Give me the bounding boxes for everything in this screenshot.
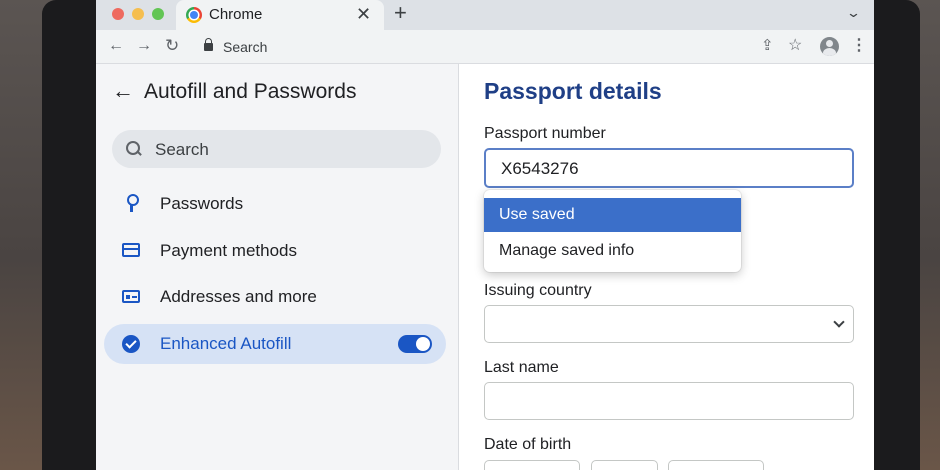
passport-number-field[interactable]: X6543276 <box>484 148 854 188</box>
chrome-logo-icon <box>186 7 202 23</box>
lock-icon <box>204 38 213 51</box>
sidebar-item-label: Passwords <box>160 194 244 213</box>
use-saved-option[interactable]: Use saved <box>484 198 741 232</box>
search-icon <box>126 141 142 157</box>
chevron-down-icon <box>833 316 845 328</box>
settings-sidebar: ← Autofill and Passwords Search Password… <box>96 64 459 470</box>
share-icon[interactable]: ⇪ <box>761 36 774 56</box>
address-bar[interactable]: Search <box>196 34 756 60</box>
last-name-label: Last name <box>484 359 559 376</box>
id-card-icon <box>122 290 140 303</box>
sidebar-title: Autofill and Passwords <box>144 80 357 103</box>
back-arrow-icon[interactable]: ← <box>112 79 134 103</box>
forward-icon[interactable]: → <box>136 36 152 56</box>
sidebar-item-label: Addresses and more <box>160 287 317 306</box>
last-name-field[interactable] <box>484 382 854 420</box>
dropdown-option-label: Use saved <box>499 206 575 223</box>
key-icon <box>126 194 139 214</box>
new-tab-button[interactable]: + <box>394 1 407 25</box>
menu-icon[interactable]: ⋮ <box>851 36 867 56</box>
address-bar-text: Search <box>223 39 268 55</box>
sidebar-item-enhanced-autofill[interactable]: Enhanced Autofill <box>104 324 446 364</box>
profile-avatar[interactable] <box>820 37 839 56</box>
dob-month-field[interactable] <box>591 460 658 470</box>
toggle-knob <box>416 337 430 351</box>
sidebar-item-addresses[interactable]: Addresses and more <box>104 277 446 317</box>
sidebar-item-passwords[interactable]: Passwords <box>104 184 446 224</box>
dob-day-field[interactable] <box>484 460 580 470</box>
sidebar-item-payment-methods[interactable]: Payment methods <box>104 231 446 271</box>
tab-close-icon[interactable]: ✕ <box>356 3 371 25</box>
browser-tab[interactable]: Chrome ✕ <box>176 0 384 30</box>
tab-title: Chrome <box>209 6 263 23</box>
manage-saved-info-option[interactable]: Manage saved info <box>484 234 741 268</box>
tab-strip: Chrome ✕ + ⌄ <box>96 0 874 30</box>
sidebar-item-label: Enhanced Autofill <box>160 334 292 353</box>
bookmark-star-icon[interactable]: ☆ <box>788 36 802 56</box>
passport-number-value: X6543276 <box>501 159 579 178</box>
passport-number-label: Passport number <box>484 125 606 142</box>
minimize-window-button[interactable] <box>132 8 144 20</box>
tab-search-chevron-icon[interactable]: ⌄ <box>846 5 861 21</box>
back-icon[interactable]: ← <box>108 36 124 56</box>
passport-form-panel: Passport details Passport number X654327… <box>460 64 874 470</box>
search-input[interactable]: Search <box>112 130 441 168</box>
enhanced-autofill-toggle[interactable] <box>398 335 432 353</box>
sidebar-item-label: Payment methods <box>160 241 298 260</box>
issuing-country-select[interactable] <box>484 305 854 343</box>
close-window-button[interactable] <box>112 8 124 20</box>
browser-window: Chrome ✕ + ⌄ ← → ↻ Search ⇪ ☆ ⋮ ← Autofi… <box>96 0 874 470</box>
credit-card-icon <box>122 243 140 257</box>
date-of-birth-label: Date of birth <box>484 436 572 453</box>
page-title: Passport details <box>484 78 662 104</box>
search-placeholder: Search <box>155 140 209 159</box>
dropdown-option-label: Manage saved info <box>499 242 635 259</box>
issuing-country-label: Issuing country <box>484 282 592 299</box>
maximize-window-button[interactable] <box>152 8 164 20</box>
browser-toolbar: ← → ↻ Search ⇪ ☆ ⋮ <box>96 30 874 64</box>
autofill-suggestion-dropdown: Use saved Manage saved info <box>484 190 741 272</box>
check-circle-icon <box>122 335 140 353</box>
dob-year-field[interactable] <box>668 460 764 470</box>
reload-icon[interactable]: ↻ <box>165 36 179 56</box>
